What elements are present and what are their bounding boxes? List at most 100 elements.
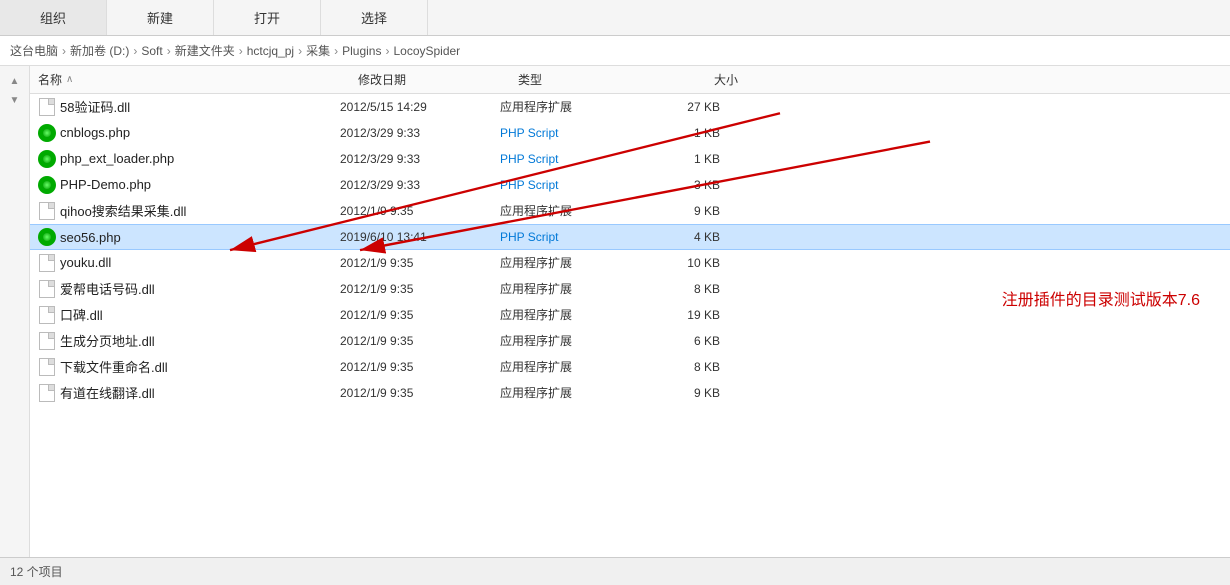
breadcrumb-sep-2: › xyxy=(167,44,171,58)
breadcrumb-sep-6: › xyxy=(385,44,389,58)
file-name-cell-8: 口碑.dll xyxy=(38,305,340,324)
breadcrumb-item-6[interactable]: Plugins xyxy=(342,44,381,58)
breadcrumb: 这台电脑 › 新加卷 (D:) › Soft › 新建文件夹 › hctcjq_pj › 采集 › Pl… xyxy=(0,36,1230,66)
table-row[interactable]: php_ext_loader.php2012/3/29 9:33PHP Scri… xyxy=(30,146,1230,172)
file-date-cell-1: 2012/3/29 9:33 xyxy=(340,126,500,140)
file-name-cell-1: cnblogs.php xyxy=(38,124,340,142)
file-list-container: 名称 ∧ 修改日期 类型 大小 58验证码.dll2012/5/15 14:29… xyxy=(30,66,1230,557)
file-date-cell-10: 2012/1/9 9:35 xyxy=(340,360,500,374)
php-icon xyxy=(38,124,56,142)
table-row[interactable]: 下载文件重命名.dll 2012/1/9 9:35应用程序扩展8 KB xyxy=(30,354,1230,380)
file-type-cell-11: 应用程序扩展 xyxy=(500,384,640,401)
file-size-cell-7: 8 KB xyxy=(640,282,720,296)
status-text: 12 个项目 xyxy=(10,563,63,580)
file-size-cell-2: 1 KB xyxy=(640,152,720,166)
file-type-cell-5: PHP Script xyxy=(500,230,640,244)
file-name-label: cnblogs.php xyxy=(60,125,130,140)
table-row[interactable]: 58验证码.dll2012/5/15 14:29应用程序扩展27 KB xyxy=(30,94,1230,120)
table-row[interactable]: qihoo搜索结果采集.dll2012/1/9 9:35应用程序扩展9 KB xyxy=(30,198,1230,224)
table-row[interactable]: 有道在线翻译.dll2012/1/9 9:35应用程序扩展9 KB xyxy=(30,380,1230,406)
file-name-label: 爱帮电话号码.dll xyxy=(60,279,155,298)
file-type-cell-9: 应用程序扩展 xyxy=(500,332,640,349)
file-name-cell-0: 58验证码.dll xyxy=(38,97,340,116)
file-name-cell-2: php_ext_loader.php xyxy=(38,150,340,168)
col-type-header[interactable]: 类型 xyxy=(518,71,658,88)
file-type-cell-4: 应用程序扩展 xyxy=(500,202,640,219)
breadcrumb-sep-1: › xyxy=(133,44,137,58)
file-type-cell-10: 应用程序扩展 xyxy=(500,358,640,375)
dll-icon xyxy=(38,332,56,350)
file-type-cell-1: PHP Script xyxy=(500,126,640,140)
table-row[interactable]: youku.dll 2012/1/9 9:35应用程序扩展10 KB xyxy=(30,250,1230,276)
file-size-cell-10: 8 KB xyxy=(640,360,720,374)
column-headers: 名称 ∧ 修改日期 类型 大小 xyxy=(30,66,1230,94)
file-name-label: 口碑.dll xyxy=(60,305,103,324)
breadcrumb-sep-3: › xyxy=(239,44,243,58)
sort-arrow-icon: ∧ xyxy=(66,74,73,85)
toolbar-item-选择[interactable]: 选择 xyxy=(321,0,428,35)
file-size-cell-8: 19 KB xyxy=(640,308,720,322)
breadcrumb-item-2[interactable]: Soft xyxy=(141,44,162,58)
file-name-cell-3: PHP-Demo.php xyxy=(38,176,340,194)
file-name-label: 下载文件重命名.dll xyxy=(60,357,168,376)
php-icon xyxy=(38,150,56,168)
toolbar-item-新建[interactable]: 新建 xyxy=(107,0,214,35)
file-size-cell-9: 6 KB xyxy=(640,334,720,348)
file-name-cell-7: 爱帮电话号码.dll xyxy=(38,279,340,298)
breadcrumb-item-4[interactable]: hctcjq_pj xyxy=(247,44,294,58)
file-date-cell-5: 2019/6/10 13:41 xyxy=(340,230,500,244)
nav-down-arrow[interactable]: ▼ xyxy=(10,95,20,106)
file-name-label: youku.dll xyxy=(60,255,111,270)
file-name-label: PHP-Demo.php xyxy=(60,177,151,192)
file-type-cell-6: 应用程序扩展 xyxy=(500,254,640,271)
file-type-cell-3: PHP Script xyxy=(500,178,640,192)
file-name-cell-9: 生成分页地址.dll xyxy=(38,331,340,350)
main-content: ▲ ▼ 名称 ∧ 修改日期 类型 大小 58验证码.dll2012/5/15 1… xyxy=(0,66,1230,557)
table-row[interactable]: cnblogs.php 2012/3/29 9:33PHP Script1 KB xyxy=(30,120,1230,146)
dll-icon xyxy=(38,98,56,116)
file-name-label: 生成分页地址.dll xyxy=(60,331,155,350)
col-date-header[interactable]: 修改日期 xyxy=(358,71,518,88)
file-date-cell-8: 2012/1/9 9:35 xyxy=(340,308,500,322)
breadcrumb-sep-0: › xyxy=(62,44,66,58)
toolbar-item-组织[interactable]: 组织 xyxy=(0,0,107,35)
table-row[interactable]: seo56.php2019/6/10 13:41PHP Script4 KB xyxy=(30,224,1230,250)
breadcrumb-item-3[interactable]: 新建文件夹 xyxy=(175,42,235,59)
file-name-label: seo56.php xyxy=(60,230,121,245)
file-date-cell-3: 2012/3/29 9:33 xyxy=(340,178,500,192)
dll-icon xyxy=(38,384,56,402)
annotation-text: 注册插件的目录测试版本7.6 xyxy=(1002,286,1200,310)
breadcrumb-sep-5: › xyxy=(334,44,338,58)
table-row[interactable]: 生成分页地址.dll 2012/1/9 9:35应用程序扩展6 KB xyxy=(30,328,1230,354)
col-name-label: 名称 xyxy=(38,71,62,88)
breadcrumb-item-5[interactable]: 采集 xyxy=(306,42,330,59)
breadcrumb-sep-4: › xyxy=(298,44,302,58)
file-date-cell-9: 2012/1/9 9:35 xyxy=(340,334,500,348)
left-nav: ▲ ▼ xyxy=(0,66,30,557)
file-name-label: 有道在线翻译.dll xyxy=(60,383,155,402)
table-row[interactable]: PHP-Demo.php 2012/3/29 9:33PHP Script3 KB xyxy=(30,172,1230,198)
php-icon xyxy=(38,176,56,194)
breadcrumb-item-1[interactable]: 新加卷 (D:) xyxy=(70,42,129,59)
file-size-cell-1: 1 KB xyxy=(640,126,720,140)
file-type-cell-7: 应用程序扩展 xyxy=(500,280,640,297)
file-size-cell-3: 3 KB xyxy=(640,178,720,192)
col-name-header[interactable]: 名称 ∧ xyxy=(38,71,358,88)
dll-icon xyxy=(38,358,56,376)
file-date-cell-6: 2012/1/9 9:35 xyxy=(340,256,500,270)
file-size-cell-6: 10 KB xyxy=(640,256,720,270)
file-name-label: qihoo搜索结果采集.dll xyxy=(60,201,186,220)
file-date-cell-2: 2012/3/29 9:33 xyxy=(340,152,500,166)
nav-up-arrow[interactable]: ▲ xyxy=(10,76,20,87)
file-type-cell-2: PHP Script xyxy=(500,152,640,166)
file-type-cell-0: 应用程序扩展 xyxy=(500,98,640,115)
toolbar-item-打开[interactable]: 打开 xyxy=(214,0,321,35)
file-name-cell-6: youku.dll xyxy=(38,254,340,272)
col-size-header[interactable]: 大小 xyxy=(658,71,738,88)
file-rows: 58验证码.dll2012/5/15 14:29应用程序扩展27 KBcnblo… xyxy=(30,94,1230,406)
breadcrumb-item-0[interactable]: 这台电脑 xyxy=(10,42,58,59)
dll-icon xyxy=(38,306,56,324)
file-date-cell-4: 2012/1/9 9:35 xyxy=(340,204,500,218)
breadcrumb-item-7[interactable]: LocoySpider xyxy=(393,44,460,58)
dll-icon xyxy=(38,254,56,272)
